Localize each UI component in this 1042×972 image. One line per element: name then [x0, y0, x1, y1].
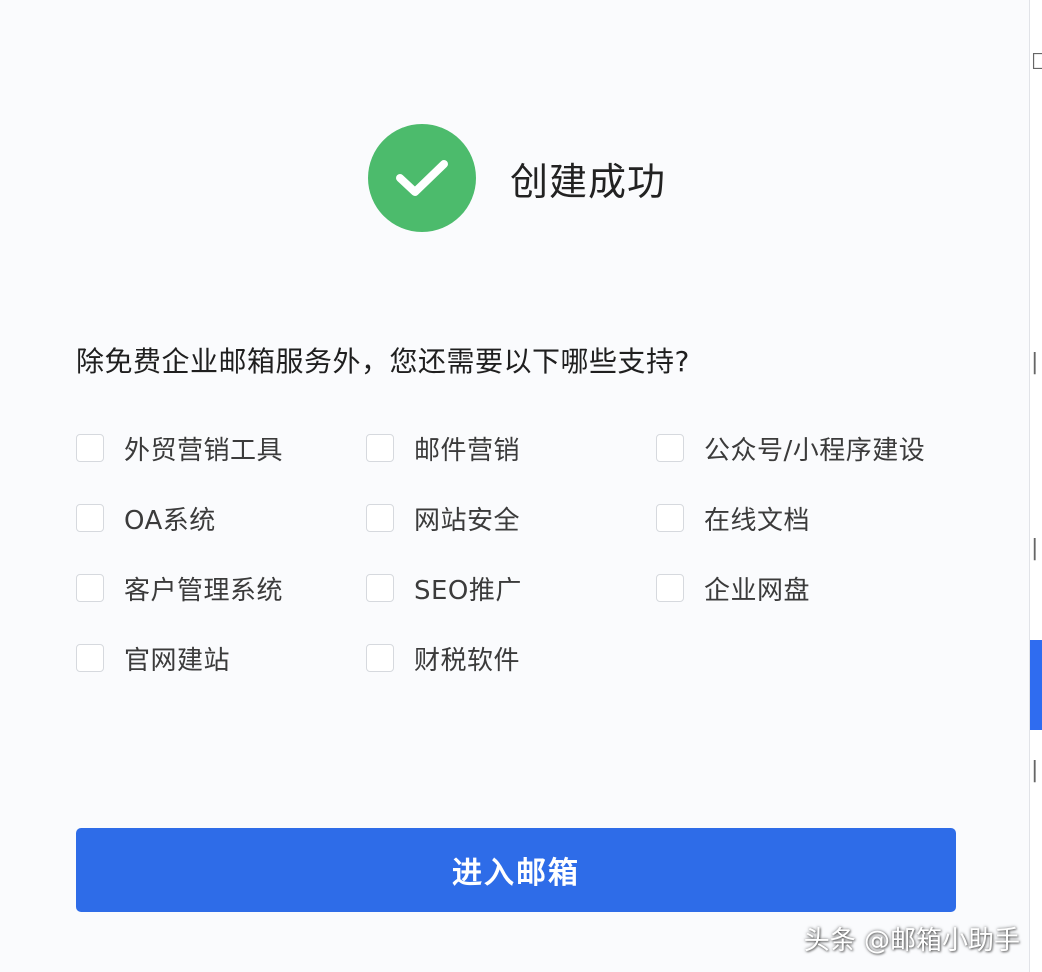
checkbox-icon[interactable]	[366, 434, 394, 462]
option-label: 财税软件	[414, 645, 521, 676]
checkbox-icon[interactable]	[76, 644, 104, 672]
watermark: 头条 @邮箱小助手	[803, 926, 1020, 956]
checkbox-icon[interactable]	[76, 574, 104, 602]
screen: ☐ | | | 创建成功 除免费企业邮箱服务外，您还需要以下哪些支持? 外贸营销…	[0, 0, 1042, 972]
option-label: 网站安全	[414, 505, 521, 536]
question-text: 除免费企业邮箱服务外，您还需要以下哪些支持?	[76, 345, 690, 378]
option-checkbox[interactable]: 外贸营销工具	[76, 428, 283, 468]
checkbox-icon[interactable]	[76, 504, 104, 532]
option-checkbox[interactable]: 客户管理系统	[76, 568, 283, 608]
option-label: SEO推广	[414, 575, 522, 606]
checkbox-icon[interactable]	[366, 504, 394, 532]
background-blue-strip	[1030, 640, 1042, 730]
option-label: 外贸营销工具	[124, 435, 284, 466]
option-label: 邮件营销	[414, 435, 521, 466]
options-row: 客户管理系统 SEO推广 企业网盘	[76, 568, 976, 638]
checkbox-icon[interactable]	[366, 644, 394, 672]
option-checkbox[interactable]: 网站安全	[366, 498, 520, 538]
background-glyph: |	[1031, 350, 1039, 375]
background-glyph: |	[1031, 758, 1039, 783]
background-glyph: ☐	[1031, 50, 1042, 75]
enter-mailbox-button[interactable]: 进入邮箱	[76, 828, 956, 912]
option-label: 在线文档	[704, 505, 811, 536]
success-title: 创建成功	[510, 159, 667, 204]
checkbox-icon[interactable]	[656, 434, 684, 462]
option-label: 客户管理系统	[124, 575, 284, 606]
option-checkbox[interactable]: 邮件营销	[366, 428, 520, 468]
success-header: 创建成功	[368, 124, 666, 232]
option-checkbox[interactable]: 财税软件	[366, 638, 520, 678]
background-page	[1030, 0, 1042, 972]
option-label: 企业网盘	[704, 575, 811, 606]
option-checkbox[interactable]: 公众号/小程序建设	[656, 428, 925, 468]
checkbox-icon[interactable]	[656, 574, 684, 602]
option-label: OA系统	[124, 505, 216, 536]
check-circle-icon	[368, 124, 476, 232]
option-checkbox[interactable]: 企业网盘	[656, 568, 810, 608]
option-label: 官网建站	[124, 645, 231, 676]
support-options: 外贸营销工具 邮件营销 公众号/小程序建设 OA系统 网站安全 在线文档 客户管…	[76, 428, 976, 708]
option-checkbox[interactable]: 官网建站	[76, 638, 230, 678]
option-checkbox[interactable]: SEO推广	[366, 568, 522, 608]
options-row: OA系统 网站安全 在线文档	[76, 498, 976, 568]
options-row: 官网建站 财税软件	[76, 638, 976, 708]
option-checkbox[interactable]: OA系统	[76, 498, 216, 538]
options-row: 外贸营销工具 邮件营销 公众号/小程序建设	[76, 428, 976, 498]
checkbox-icon[interactable]	[76, 434, 104, 462]
success-dialog: 创建成功 除免费企业邮箱服务外，您还需要以下哪些支持? 外贸营销工具 邮件营销 …	[0, 0, 1030, 972]
checkbox-icon[interactable]	[366, 574, 394, 602]
background-glyph: |	[1031, 536, 1039, 561]
checkbox-icon[interactable]	[656, 504, 684, 532]
option-checkbox[interactable]: 在线文档	[656, 498, 810, 538]
option-label: 公众号/小程序建设	[704, 435, 926, 466]
